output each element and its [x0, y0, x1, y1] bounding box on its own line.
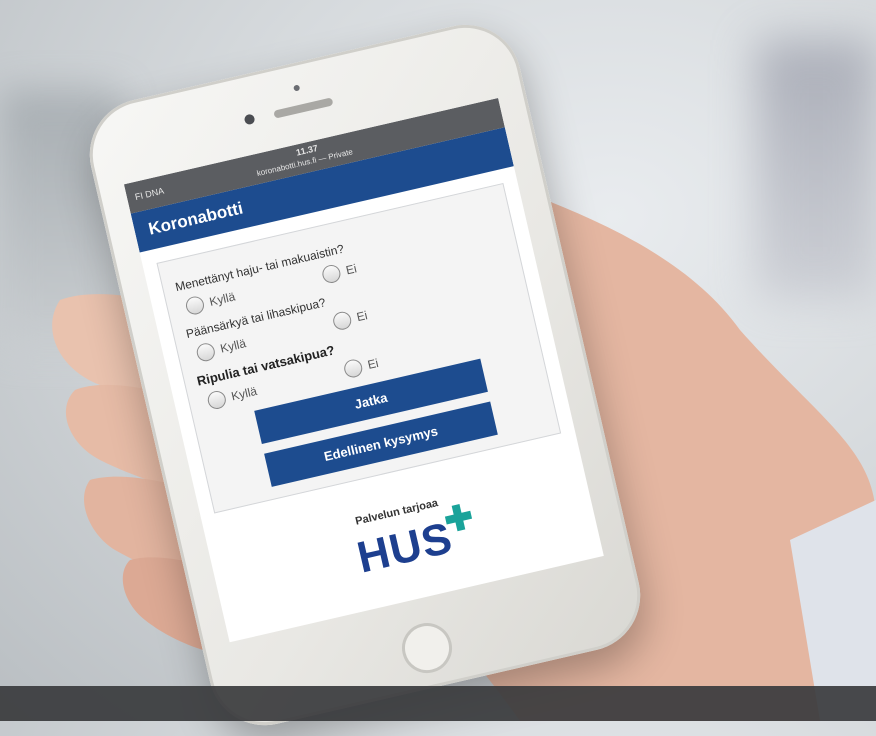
radio-circle-icon[interactable] [195, 341, 217, 364]
front-camera-icon [243, 113, 256, 126]
bottom-overlay-band [0, 686, 876, 721]
radio-circle-icon[interactable] [331, 309, 354, 332]
radio-no-label: Ei [366, 355, 380, 372]
radio-yes[interactable]: Kyllä [195, 334, 248, 364]
radio-yes-label: Kyllä [229, 383, 259, 404]
cross-icon [443, 502, 474, 533]
phone-screen: FI DNA 11.37 koronabotti.hus.fi — Privat… [123, 97, 604, 643]
radio-no-label: Ei [355, 308, 369, 325]
radio-no[interactable]: Ei [320, 259, 359, 285]
radio-yes[interactable]: Kyllä [184, 287, 237, 317]
radio-yes-label: Kyllä [218, 336, 248, 356]
carrier-label: FI DNA [133, 185, 165, 203]
radio-circle-icon[interactable] [206, 389, 228, 411]
radio-circle-icon[interactable] [342, 357, 365, 380]
earpiece-speaker [273, 97, 334, 119]
home-button[interactable] [397, 618, 457, 679]
radio-circle-icon[interactable] [184, 294, 206, 317]
radio-yes-label: Kyllä [208, 289, 237, 309]
radio-no[interactable]: Ei [342, 354, 380, 380]
radio-no[interactable]: Ei [331, 306, 369, 332]
radio-yes[interactable]: Kyllä [206, 382, 259, 411]
radio-no-label: Ei [344, 261, 359, 278]
radio-circle-icon[interactable] [320, 263, 343, 285]
proximity-sensor [293, 84, 301, 92]
